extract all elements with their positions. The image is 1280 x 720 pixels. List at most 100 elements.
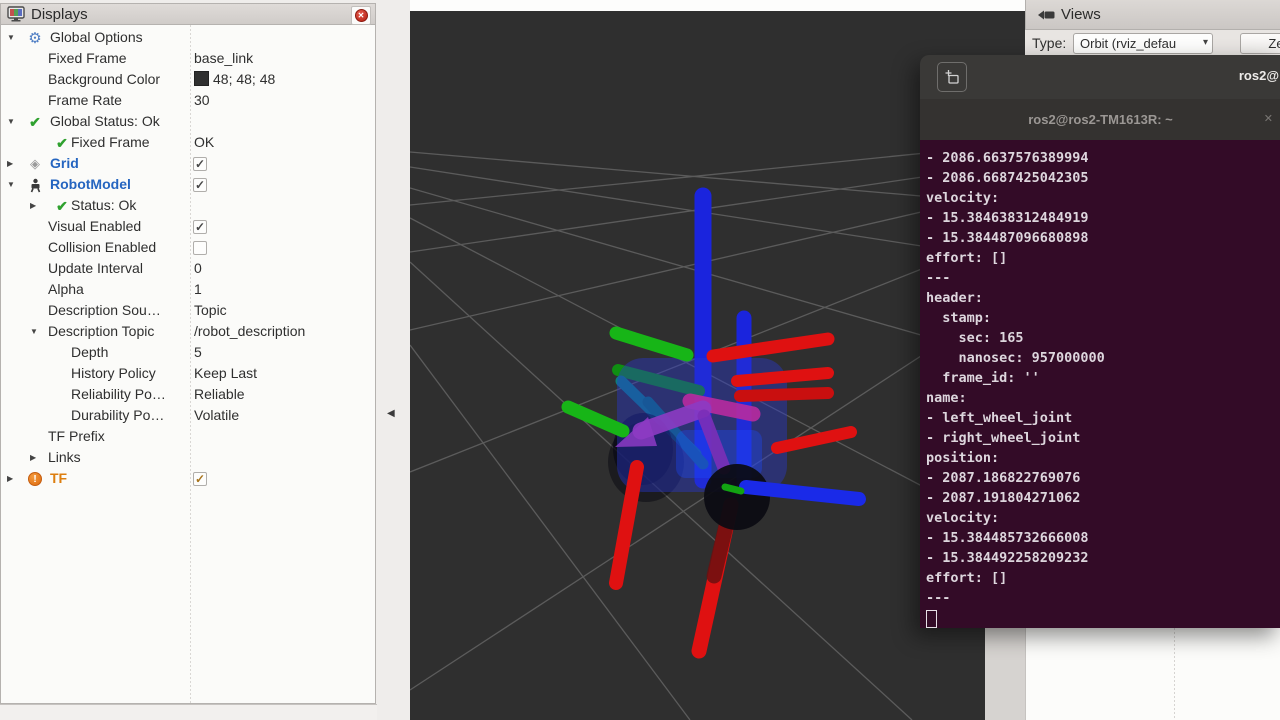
check-ok-icon: ✔ [53,197,71,215]
property-value[interactable]: Keep Last [194,365,257,381]
tf-x-axis-1 [713,339,828,356]
terminal-line: - 2086.6637576389994 [926,148,1280,168]
terminal-line: stamp: [926,308,1280,328]
terminal-line: effort: [] [926,248,1280,268]
color-swatch [194,71,209,86]
collapse-arrow-icon[interactable]: ▶ [30,453,36,462]
property-value[interactable]: Topic [194,302,227,318]
displays-panel-title: Displays [31,6,88,23]
property-value[interactable]: base_link [194,50,253,66]
collapse-arrow-icon[interactable]: ▶ [30,201,36,210]
robot-model-icon [26,176,44,194]
tree-row-tf[interactable]: ▶!TF✓ [1,469,375,490]
property-label: Fixed Frame [48,50,127,66]
terminal-tabbar[interactable]: ros2@ros2-TM1613R: ~ ✕ [920,99,1280,141]
rviz-window: Displays ✕ ▼⚙Global OptionsFixed Frame ba… [0,0,1280,720]
tree-row-description-topic[interactable]: ▼Description Topic/robot_description [1,322,375,343]
displays-monitor-icon [7,6,25,22]
expand-arrow-icon[interactable]: ▼ [7,33,15,42]
property-label: Collision Enabled [48,239,156,255]
view-type-value: Orbit (rviz_defau [1080,36,1176,51]
property-label: History Policy [71,365,156,381]
new-tab-button[interactable] [937,62,967,92]
property-value[interactable]: 30 [194,92,210,108]
property-value[interactable]: 5 [194,344,202,360]
property-label: Durability Po… [71,407,164,423]
tree-row-robotmodel[interactable]: ▼RobotModel✓ [1,175,375,196]
property-value[interactable]: Reliable [194,386,245,402]
tree-row-fixed-frame[interactable]: ✔Fixed FrameOK [1,133,375,154]
tree-row-alpha[interactable]: Alpha1 [1,280,375,301]
grid-display-icon: ◈ [26,155,44,173]
terminal-tab-title: ros2@ros2-TM1613R: ~ [1028,112,1173,127]
terminal-headerbar[interactable]: ros2@ [920,55,1280,100]
checkbox-checked[interactable]: ✓ [193,220,207,234]
tf-x-axis-2 [737,373,828,381]
terminal-line: - 15.384638312484919 [926,208,1280,228]
right-splitter-strip[interactable] [985,628,1025,720]
tree-row-durability-po[interactable]: Durability Po… Volatile [1,406,375,427]
collapse-arrow-icon[interactable]: ▶ [7,474,13,483]
views-panel-title: Views [1061,6,1101,23]
tree-row-depth[interactable]: Depth5 [1,343,375,364]
expand-arrow-icon[interactable]: ▼ [7,180,15,189]
displays-panel: Displays ✕ ▼⚙Global OptionsFixed Frame ba… [0,0,377,720]
displays-bottom-toolbar-strip [0,704,410,720]
property-label: Global Status: Ok [50,113,160,129]
checkbox-checked[interactable]: ✓ [193,157,207,171]
tree-row-collision-enabled[interactable]: Collision Enabled [1,238,375,259]
displays-close-button[interactable]: ✕ [351,6,371,25]
property-label: Background Color [48,71,160,87]
tree-row-update-interval[interactable]: Update Interval0 [1,259,375,280]
tree-row-frame-rate[interactable]: Frame Rate30 [1,91,375,112]
panel-splitter[interactable]: ◀ [377,0,410,720]
tf-y-axis-hub [725,487,741,491]
zero-button[interactable]: Ze [1240,33,1280,54]
chevron-down-icon: ▾ [1203,37,1208,48]
tree-row-visual-enabled[interactable]: Visual Enabled✓ [1,217,375,238]
tree-row-background-color[interactable]: Background Color 48; 48; 48 [1,70,375,91]
checkbox-checked[interactable]: ✓ [193,178,207,192]
collapse-left-icon[interactable]: ◀ [387,408,395,419]
tab-close-icon[interactable]: ✕ [1264,112,1273,125]
property-label: Status: Ok [71,197,136,213]
tree-row-status-ok[interactable]: ▶ ✔Status: Ok [1,196,375,217]
view-type-label: Type: [1032,35,1066,51]
property-value[interactable]: Volatile [194,407,239,423]
tree-row-tf-prefix[interactable]: TF Prefix [1,427,375,448]
new-tab-icon [945,70,960,85]
expand-arrow-icon[interactable]: ▼ [30,327,38,336]
checkbox-checked[interactable]: ✓ [193,472,207,486]
terminal-line: - right_wheel_joint [926,428,1280,448]
tree-row-fixed-frame[interactable]: Fixed Frame base_link [1,49,375,70]
property-value[interactable]: 1 [194,281,202,297]
displays-titlebar[interactable]: Displays ✕ [0,3,376,25]
tree-row-reliability-po[interactable]: Reliability Po…Reliable [1,385,375,406]
terminal-line: - 2087.186822769076 [926,468,1280,488]
tree-row-links[interactable]: ▶Links [1,448,375,469]
expand-arrow-icon[interactable]: ▼ [7,117,15,126]
terminal-line: - 15.384487096680898 [926,228,1280,248]
terminal-line: sec: 165 [926,328,1280,348]
tf-y-axis-1 [616,333,687,355]
property-value[interactable]: 0 [194,260,202,276]
collapse-arrow-icon[interactable]: ▶ [7,159,13,168]
terminal-line: - 15.384485732666008 [926,528,1280,548]
tree-row-global-options[interactable]: ▼⚙Global Options [1,28,375,49]
terminal-line: - left_wheel_joint [926,408,1280,428]
tree-row-description-sou[interactable]: Description Sou…Topic [1,301,375,322]
tree-row-history-policy[interactable]: History Policy Keep Last [1,364,375,385]
close-icon: ✕ [355,9,368,22]
property-label: Grid [50,155,79,171]
property-value[interactable]: 48; 48; 48 [194,71,275,87]
view-type-dropdown[interactable]: Orbit (rviz_defau ▾ [1073,33,1213,54]
checkbox-unchecked[interactable] [193,241,207,255]
terminal-output[interactable]: - 2086.6637576389994- 2086.6687425042305… [920,140,1280,628]
camera-icon [1038,9,1055,21]
views-titlebar[interactable]: Views [1025,0,1280,30]
tree-row-global-status-ok[interactable]: ▼✔Global Status: Ok [1,112,375,133]
property-value[interactable]: /robot_description [194,323,305,339]
terminal-cursor [926,610,937,628]
property-value[interactable]: OK [194,134,214,150]
tree-row-grid[interactable]: ▶ ◈ Grid ✓ [1,154,375,175]
